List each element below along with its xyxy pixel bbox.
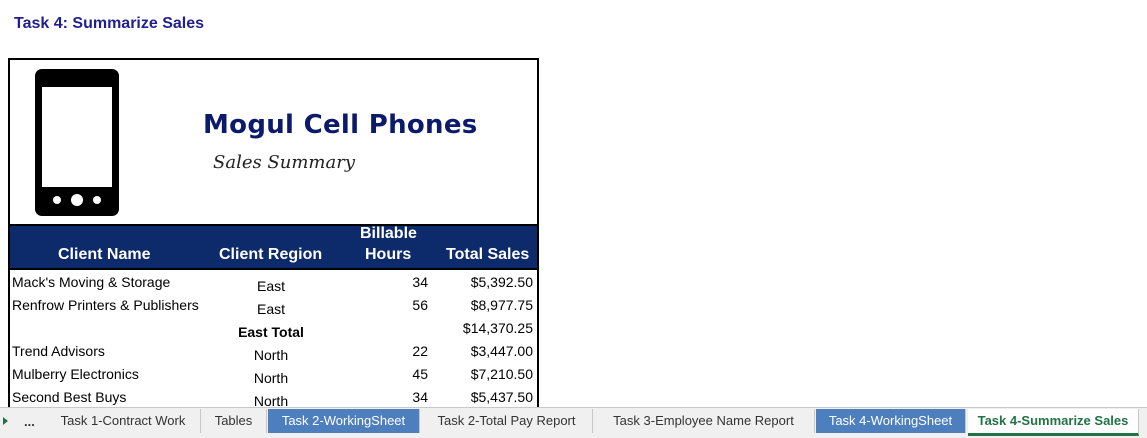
table-row[interactable]: Second Best Buys North 34 $5,437.50 (10, 385, 537, 408)
cell-client[interactable]: Second Best Buys (12, 389, 126, 405)
table-row[interactable]: Trend Advisors North 22 $3,447.00 (10, 339, 537, 363)
header-billable-line2[interactable]: Hours (365, 246, 411, 264)
table-row[interactable]: Mulberry Electronics North 45 $7,210.50 (10, 362, 537, 386)
column-header-row: Client Name Client Region Billable Hours… (10, 225, 537, 270)
cell-sales[interactable]: $3,447.00 (434, 343, 533, 359)
table-row[interactable]: Renfrow Printers & Publishers East 56 $8… (10, 293, 537, 317)
data-rows: Mack's Moving & Storage East 34 $5,392.5… (10, 270, 537, 408)
cell-client[interactable]: Mack's Moving & Storage (12, 274, 170, 290)
tab-task2-workingsheet[interactable]: Task 2-WorkingSheet (268, 409, 420, 433)
cell-region[interactable]: North (210, 347, 332, 363)
cell-hours[interactable]: 22 (350, 343, 428, 359)
tab-task4-summarize-sales[interactable]: Task 4-Summarize Sales (968, 409, 1139, 436)
tab-scroll-right-icon[interactable] (3, 417, 8, 425)
cell-client[interactable]: Renfrow Printers & Publishers (12, 297, 199, 313)
tab-task3-employee-name-report[interactable]: Task 3-Employee Name Report (593, 409, 815, 433)
sheet-tab-bar: ... Task 1-Contract Work Tables Task 2-W… (0, 407, 1147, 438)
header-total-sales[interactable]: Total Sales (446, 246, 529, 264)
cell-hours[interactable]: 56 (350, 297, 428, 313)
cell-sales[interactable]: $5,437.50 (434, 389, 533, 405)
cell-region[interactable]: North (210, 370, 332, 386)
cell-client[interactable]: Mulberry Electronics (12, 366, 139, 382)
cell-region[interactable]: North (210, 393, 332, 408)
cell-sales[interactable]: $8,977.75 (434, 297, 533, 313)
cell-region-total[interactable]: East Total (210, 324, 332, 340)
report-header: Mogul Cell Phones Sales Summary (10, 60, 537, 226)
cell-sales-total[interactable]: $14,370.25 (434, 320, 533, 336)
task-title: Task 4: Summarize Sales (14, 15, 205, 32)
tab-task1-contract-work[interactable]: Task 1-Contract Work (46, 409, 201, 433)
tab-overflow-button[interactable]: ... (24, 414, 35, 429)
header-billable-line1[interactable]: Billable (360, 225, 417, 243)
table-row[interactable]: Mack's Moving & Storage East 34 $5,392.5… (10, 270, 537, 294)
cell-sales[interactable]: $5,392.50 (434, 274, 533, 290)
cell-sales[interactable]: $7,210.50 (434, 366, 533, 382)
report-subtitle: Sales Summary (213, 152, 355, 173)
cell-region[interactable]: East (210, 301, 332, 317)
sales-summary-report: Mogul Cell Phones Sales Summary Client N… (8, 58, 539, 408)
cell-phone-icon (35, 69, 119, 216)
cell-region[interactable]: East (210, 278, 332, 294)
cell-hours[interactable]: 45 (350, 366, 428, 382)
subtotal-row[interactable]: East Total $14,370.25 (10, 316, 537, 340)
header-client-region[interactable]: Client Region (219, 246, 322, 264)
tab-tables[interactable]: Tables (201, 409, 267, 433)
cell-hours[interactable]: 34 (350, 274, 428, 290)
tab-task4-workingsheet[interactable]: Task 4-WorkingSheet (816, 409, 966, 433)
company-name: Mogul Cell Phones (203, 110, 478, 140)
tab-task2-total-pay-report[interactable]: Task 2-Total Pay Report (421, 409, 593, 433)
cell-hours[interactable]: 34 (350, 389, 428, 405)
header-client-name[interactable]: Client Name (58, 246, 150, 264)
cell-client[interactable]: Trend Advisors (12, 343, 105, 359)
